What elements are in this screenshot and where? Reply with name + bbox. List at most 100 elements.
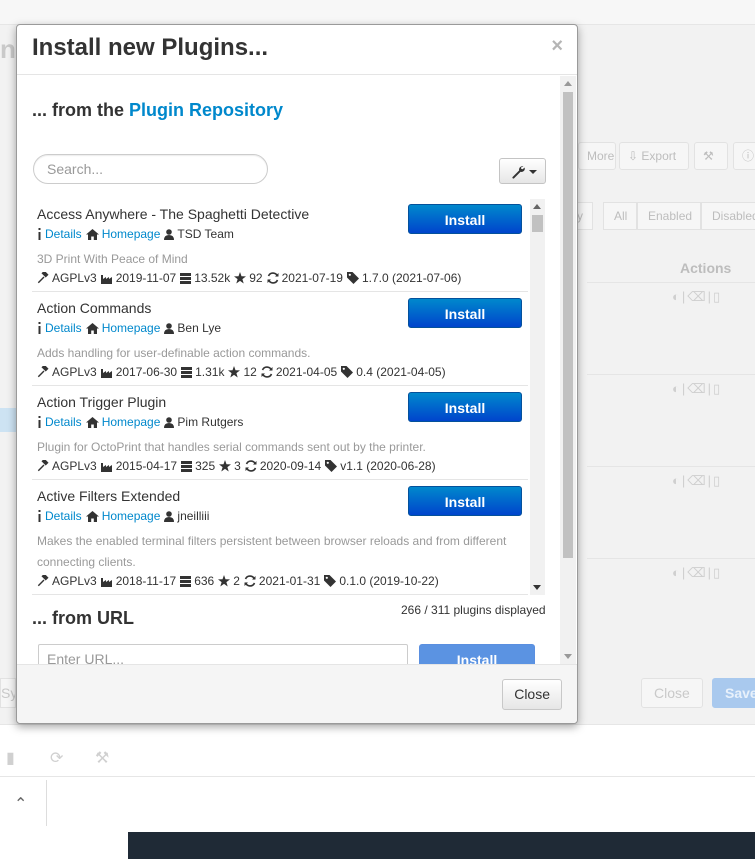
plugin-updated: 2021-01-31	[258, 574, 321, 588]
background-bottom-toolbar	[0, 724, 755, 776]
list-item: Action Trigger Plugin Install Details Ho…	[32, 387, 528, 480]
industry-icon	[100, 462, 112, 472]
scroll-up-icon[interactable]	[533, 204, 541, 209]
tag-icon	[346, 272, 359, 284]
plugin-author: TSD Team	[177, 227, 234, 241]
scroll-up-icon[interactable]	[564, 81, 572, 86]
details-link[interactable]: Details	[45, 509, 82, 523]
details-link[interactable]: Details	[45, 321, 82, 335]
home-icon	[85, 416, 99, 428]
plugin-downloads: 1.31k	[195, 365, 225, 379]
background-row-action-icons: ◐|⌫|▯	[672, 381, 723, 396]
plugin-description: 3D Print With Peace of Mind	[37, 252, 188, 266]
scroll-down-icon[interactable]	[533, 585, 541, 590]
plugin-downloads: 13.52k	[194, 271, 231, 285]
background-row-divider	[587, 282, 755, 283]
user-icon	[164, 322, 175, 334]
server-icon	[180, 272, 192, 284]
gavel-icon	[37, 366, 49, 378]
plugin-stars: 3	[234, 459, 241, 473]
scrollbar-thumb[interactable]	[563, 92, 573, 558]
plugin-license: AGPLv3	[52, 271, 97, 285]
plugin-description: Plugin for OctoPrint that handles serial…	[37, 440, 426, 454]
homepage-link[interactable]: Homepage	[102, 509, 161, 523]
plugin-list-scrollbar[interactable]	[530, 199, 545, 595]
modal-title: Install new Plugins...	[32, 34, 269, 61]
search-input[interactable]	[33, 154, 268, 184]
background-collapse-bar	[0, 776, 755, 832]
scrollbar-thumb[interactable]	[532, 215, 543, 232]
wrench-icon: ⚒	[703, 149, 714, 163]
modal-body-scrollbar[interactable]	[560, 76, 576, 664]
plugin-list: Access Anywhere - The Spaghetti Detectiv…	[32, 199, 545, 595]
star-icon	[219, 460, 232, 472]
background-divider	[46, 780, 47, 826]
url-heading: ... from URL	[32, 608, 134, 628]
close-button[interactable]: Close	[502, 679, 562, 710]
install-button[interactable]: Install	[408, 204, 522, 234]
plugin-stars: 92	[249, 271, 263, 285]
plugin-version: 1.7.0 (2021-07-06)	[361, 271, 462, 285]
info-icon: ⓘ	[742, 149, 755, 163]
background-export-button: ⇩ Export	[619, 142, 689, 170]
homepage-link[interactable]: Homepage	[102, 227, 161, 241]
background-filter-disabled: Disabled	[701, 202, 755, 230]
plugin-license: AGPLv3	[52, 574, 97, 588]
plugin-version: v1.1 (2020-06-28)	[340, 459, 436, 473]
modal-header: Install new Plugins... ×	[17, 25, 577, 75]
gavel-icon	[37, 575, 49, 587]
background-strip	[0, 832, 128, 859]
wrench-icon: ⚒	[95, 750, 110, 767]
homepage-link[interactable]: Homepage	[102, 321, 161, 335]
plugin-created: 2019-11-07	[115, 271, 177, 285]
background-close-button: Close	[641, 678, 703, 708]
user-icon	[164, 228, 175, 240]
plugin-stars: 12	[243, 365, 257, 379]
plugin-links: Details Homepage TSD Team	[37, 227, 234, 241]
industry-icon	[100, 274, 112, 284]
url-install-button[interactable]: Install	[419, 644, 535, 664]
info-icon	[38, 322, 41, 334]
background-filter-enabled: Enabled	[637, 202, 701, 230]
plugin-links: Details Homepage jneilliii	[37, 509, 209, 523]
plugin-repository-link[interactable]: Plugin Repository	[129, 100, 283, 120]
background-row-action-icons: ◐|⌫|▯	[672, 473, 723, 488]
url-input[interactable]	[38, 644, 408, 664]
list-item: Action Commands Install Details Homepage…	[32, 293, 528, 386]
modal-close-icon[interactable]: ×	[551, 36, 563, 56]
background-actions-header: Actions	[680, 260, 732, 276]
plugin-meta: AGPLv3 2019-11-07 13.52k 92 2021-07-19 1…	[37, 271, 461, 285]
plugin-meta: AGPLv3 2018-11-17 636 2 2021-01-31 0.1.0…	[37, 574, 439, 588]
background-system-button: Sy	[0, 678, 16, 708]
chevron-down-icon	[529, 170, 537, 174]
background-dark-strip	[128, 832, 755, 859]
background-more-button: More	[578, 142, 616, 170]
home-icon	[85, 322, 99, 334]
user-icon	[164, 510, 175, 522]
scroll-down-icon[interactable]	[564, 654, 572, 659]
details-link[interactable]: Details	[45, 227, 82, 241]
background-row-divider	[587, 466, 755, 467]
chevron-up-icon: ⌃	[14, 796, 28, 813]
plugin-version: 0.4 (2021-04-05)	[356, 365, 446, 379]
plugin-author: Pim Rutgers	[177, 415, 244, 429]
industry-icon	[100, 368, 112, 378]
info-icon	[38, 510, 41, 522]
plugin-created: 2017-06-30	[115, 365, 178, 379]
background-row-action-icons: ◐|⌫|▯	[672, 289, 723, 304]
repository-options-dropdown[interactable]	[499, 158, 546, 184]
server-icon	[180, 575, 192, 587]
install-button[interactable]: Install	[408, 486, 522, 516]
details-link[interactable]: Details	[45, 415, 82, 429]
homepage-link[interactable]: Homepage	[102, 415, 161, 429]
install-button[interactable]: Install	[408, 392, 522, 422]
plugin-meta: AGPLv3 2015-04-17 325 3 2020-09-14 v1.1 …	[37, 459, 436, 473]
tag-icon	[325, 460, 338, 472]
info-icon	[38, 228, 41, 240]
plugin-updated: 2021-07-19	[281, 271, 343, 285]
modal-footer: Close	[17, 664, 577, 723]
install-button[interactable]: Install	[408, 298, 522, 328]
wrench-icon	[512, 166, 525, 179]
plugin-downloads: 636	[194, 574, 215, 588]
refresh-icon	[261, 366, 273, 378]
